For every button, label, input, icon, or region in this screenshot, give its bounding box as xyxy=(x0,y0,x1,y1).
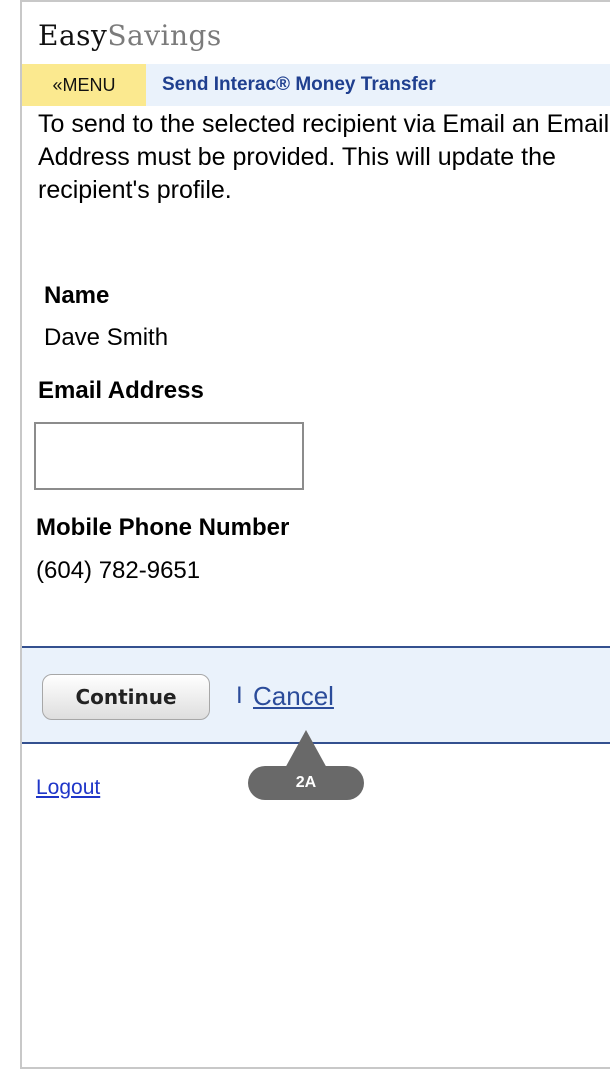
email-label: Email Address xyxy=(38,377,204,404)
mobile-label: Mobile Phone Number xyxy=(36,514,290,541)
app-logo: EasySavings xyxy=(38,16,222,56)
logo-secondary-text: Savings xyxy=(107,19,222,52)
intro-text: To send to the selected recipient via Em… xyxy=(38,110,610,204)
callout-pointer xyxy=(284,730,328,770)
menu-button[interactable]: «MENU xyxy=(22,64,146,106)
mobile-value: (604) 782-9651 xyxy=(36,557,201,584)
logout-link[interactable]: Logout xyxy=(36,776,100,800)
name-value: Dave Smith xyxy=(44,324,169,351)
logo-primary-text: Easy xyxy=(38,19,108,52)
page-title: Send Interac® Money Transfer xyxy=(162,74,436,95)
action-separator: I xyxy=(236,682,243,709)
annotation-callout: 2A xyxy=(248,730,364,800)
nav-bar: «MENU Send Interac® Money Transfer xyxy=(22,64,610,106)
email-field[interactable] xyxy=(34,422,304,490)
callout-label: 2A xyxy=(248,766,364,800)
continue-button[interactable]: Continue xyxy=(42,674,210,720)
name-label: Name xyxy=(44,282,110,309)
cancel-link[interactable]: Cancel xyxy=(253,682,334,710)
